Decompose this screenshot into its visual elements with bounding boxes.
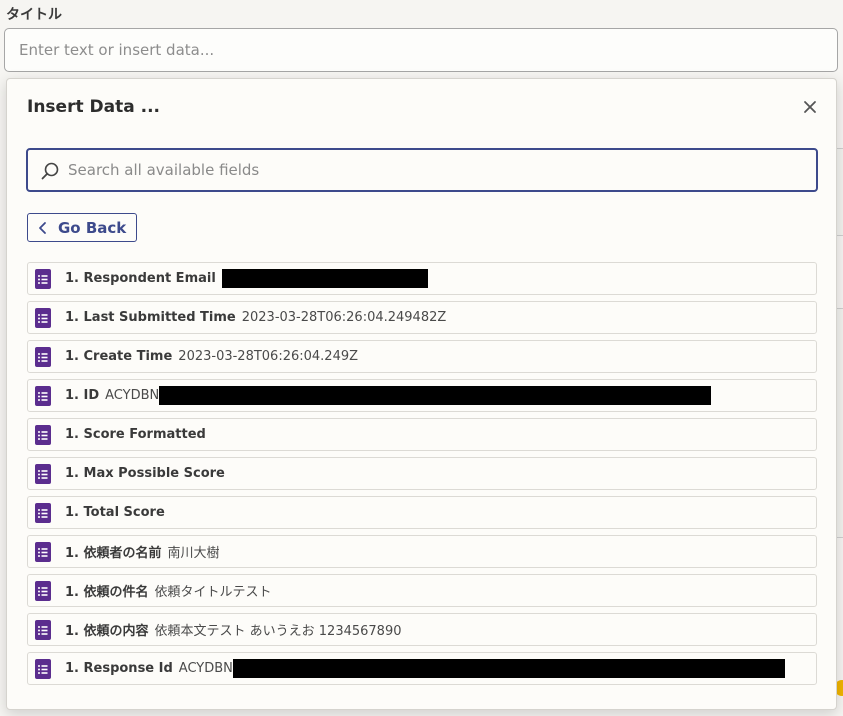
field-item[interactable]: 1. Score Formatted — [27, 418, 817, 451]
google-forms-icon — [35, 463, 51, 484]
google-forms-icon — [35, 580, 51, 601]
search-field[interactable] — [26, 148, 818, 192]
field-name: 1. Last Submitted Time — [65, 310, 236, 325]
field-name: 1. Create Time — [65, 349, 173, 364]
google-forms-icon — [35, 619, 51, 640]
close-icon — [804, 101, 816, 113]
title-input[interactable] — [4, 28, 838, 72]
field-name: 1. Max Possible Score — [65, 466, 225, 481]
field-value: 南川大樹 — [168, 542, 220, 561]
field-value: 2023-03-28T06:26:04.249482Z — [242, 310, 447, 325]
field-value-text: 2023-03-28T06:26:04.249Z — [178, 349, 359, 364]
redaction-bar — [232, 659, 785, 678]
field-item[interactable]: 1. Total Score — [27, 496, 817, 529]
field-name: 1. Respondent Email — [65, 271, 216, 286]
field-name: 1. 依頼者の名前 — [65, 546, 162, 561]
field-name: 1. Response Id — [65, 661, 173, 676]
search-icon — [41, 162, 59, 180]
field-item[interactable]: 1. Last Submitted Time 2023-03-28T06:26:0… — [27, 301, 817, 334]
field-item[interactable]: 1. Create Time 2023-03-28T06:26:04.249Z — [27, 340, 817, 373]
field-item[interactable]: 1. Response Id ACYDBN — [27, 652, 817, 685]
field-value-text: ACYDBN — [178, 661, 233, 676]
redaction-bar — [159, 386, 712, 405]
chevron-left-icon — [39, 221, 46, 234]
field-item[interactable]: 1. ID ACYDBN — [27, 379, 817, 412]
field-name: 1. 依頼の件名 — [65, 585, 149, 600]
google-forms-icon — [35, 424, 51, 445]
field-item[interactable]: 1. Max Possible Score — [27, 457, 817, 490]
field-name: 1. Total Score — [65, 505, 165, 520]
field-value: 2023-03-28T06:26:04.249Z — [178, 349, 358, 364]
field-name: 1. ID — [65, 388, 100, 403]
google-forms-icon — [35, 385, 51, 406]
field-list: 1. Respondent Email 1. Last Submitted Tim… — [27, 262, 817, 691]
google-forms-icon — [35, 502, 51, 523]
field-item[interactable]: 1. 依頼の内容 依頼本文テスト あいうえお 1234567890 — [27, 613, 817, 646]
field-value: ACYDBN — [179, 659, 785, 678]
google-forms-icon — [35, 658, 51, 679]
redaction-bar — [221, 269, 428, 288]
field-item[interactable]: 1. 依頼の件名 依頼タイトルテスト — [27, 574, 817, 607]
field-value — [221, 269, 428, 288]
field-value-text: 依頼本文テスト あいうえお 1234567890 — [154, 624, 402, 639]
field-value: 依頼タイトルテスト — [155, 581, 272, 600]
search-input[interactable] — [68, 150, 808, 190]
go-back-label: Go Back — [58, 218, 127, 237]
close-button[interactable] — [798, 95, 822, 119]
field-item[interactable]: 1. 依頼者の名前 南川大樹 — [27, 535, 817, 568]
google-forms-icon — [35, 541, 51, 562]
field-value-text: 2023-03-28T06:26:04.249482Z — [241, 310, 447, 325]
field-value-text: 依頼タイトルテスト — [154, 585, 272, 600]
field-name: 1. Score Formatted — [65, 427, 206, 442]
field-item[interactable]: 1. Respondent Email — [27, 262, 817, 295]
google-forms-icon — [35, 307, 51, 328]
insert-data-popover: Insert Data ... Go Back 1. Respondent Em… — [6, 78, 837, 710]
field-name: 1. 依頼の内容 — [65, 624, 149, 639]
field-value: 依頼本文テスト あいうえお 1234567890 — [155, 620, 402, 639]
field-value-text: 南川大樹 — [167, 546, 220, 561]
popover-title: Insert Data ... — [27, 97, 160, 117]
google-forms-icon — [35, 346, 51, 367]
go-back-button[interactable]: Go Back — [27, 213, 138, 242]
field-value: ACYDBN — [105, 386, 712, 405]
field-value-text: ACYDBN — [105, 388, 160, 403]
title-field-label: タイトル — [6, 7, 62, 23]
google-forms-icon — [35, 268, 51, 289]
